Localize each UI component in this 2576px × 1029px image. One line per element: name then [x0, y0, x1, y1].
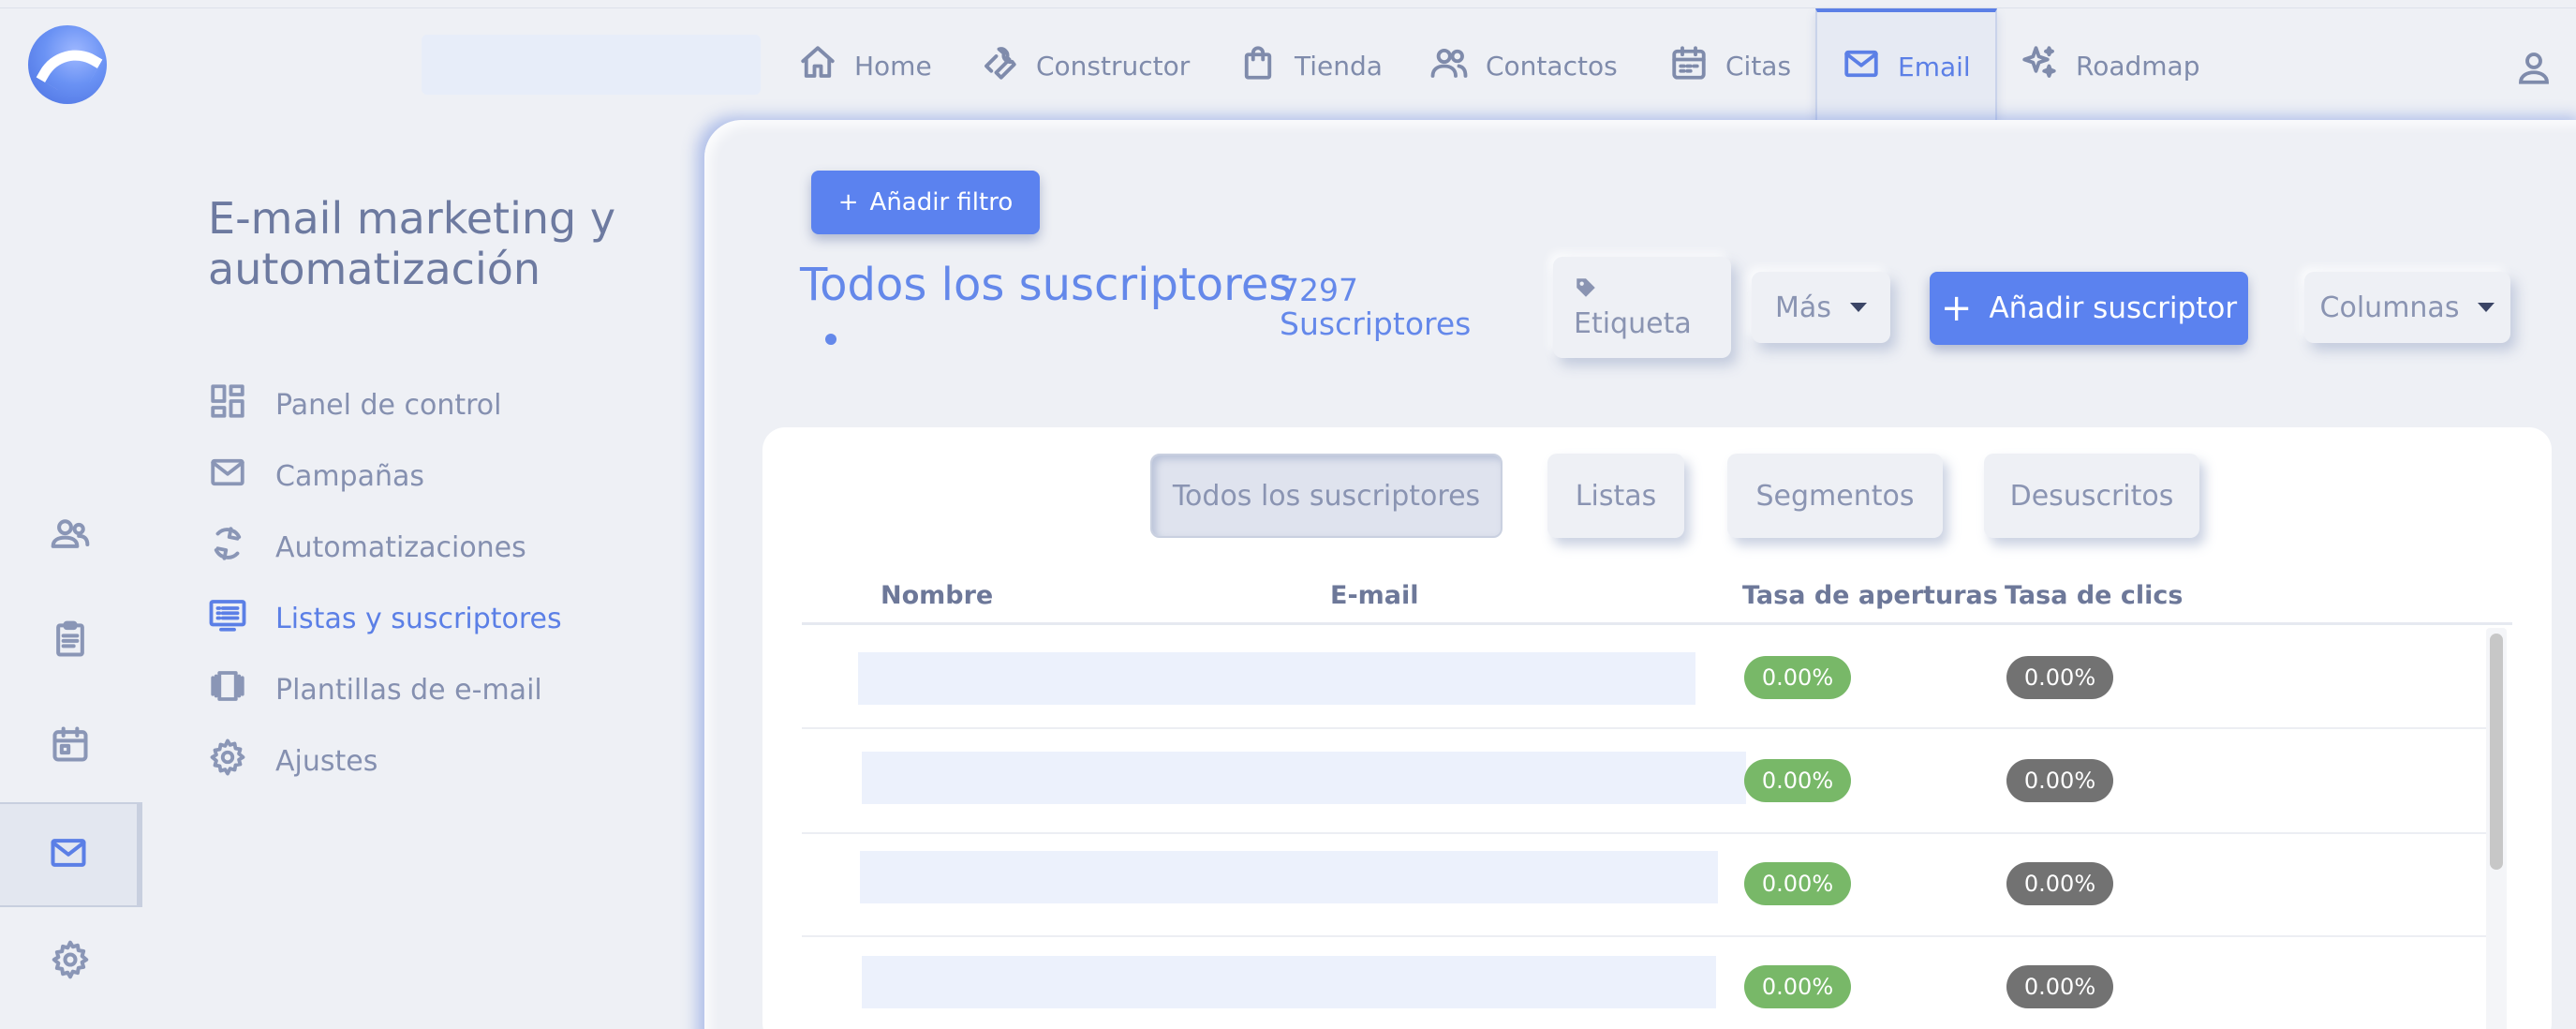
rail-contacts[interactable] — [0, 484, 141, 589]
users-icon — [50, 514, 91, 559]
column-header-email[interactable]: E-mail — [1330, 581, 1419, 610]
list-icon — [208, 595, 247, 642]
row-3-name-placeholder[interactable] — [860, 851, 1718, 903]
plus-icon: + — [837, 188, 859, 216]
gear-icon — [208, 738, 247, 784]
more-dropdown[interactable]: Más — [1752, 272, 1890, 343]
search-input[interactable] — [422, 35, 761, 95]
row-2-open-rate: 0.00% — [1744, 759, 1851, 802]
subscriber-count: 7297 Suscriptores — [1280, 272, 1472, 342]
row-2-name-placeholder[interactable] — [862, 752, 1746, 804]
row-4-name-placeholder[interactable] — [862, 956, 1716, 1008]
rail-settings[interactable] — [0, 909, 141, 1014]
mail-icon — [208, 453, 247, 500]
title-indicator-dot — [825, 334, 836, 345]
contacts-icon — [1429, 43, 1469, 89]
row-2-click-rate: 0.00% — [2006, 759, 2113, 802]
sidebar-item-campanas[interactable]: Campañas — [208, 450, 424, 502]
tag-icon — [1574, 275, 1598, 307]
template-icon — [208, 666, 247, 713]
row-divider — [802, 832, 2488, 834]
top-navigation-bar: Home Constructor Tienda Contactos Citas … — [0, 7, 2576, 123]
dashboard-icon — [208, 381, 247, 428]
table-scrollbar-thumb[interactable] — [2490, 634, 2503, 870]
column-header-click-rate[interactable]: Tasa de clics — [2005, 581, 2183, 610]
row-3-click-rate: 0.00% — [2006, 862, 2113, 905]
tab-segmentos[interactable]: Segmentos — [1727, 454, 1943, 538]
nav-item-constructor[interactable]: Constructor — [980, 8, 1190, 123]
nav-item-home[interactable]: Home — [798, 8, 932, 123]
row-divider — [802, 935, 2488, 937]
columns-dropdown[interactable]: Columnas — [2304, 272, 2510, 343]
tab-todos-los-suscriptores[interactable]: Todos los suscriptores — [1150, 454, 1503, 538]
nav-item-email[interactable]: Email — [1815, 8, 1997, 123]
page-title: Todos los suscriptores — [800, 259, 1293, 311]
row-1-name-placeholder[interactable] — [858, 652, 1695, 705]
shopping-bag-icon — [1238, 43, 1278, 89]
caret-down-icon — [1849, 303, 1867, 312]
calendar-icon — [50, 723, 91, 768]
row-4-click-rate: 0.00% — [2006, 965, 2113, 1008]
row-3-open-rate: 0.00% — [1744, 862, 1851, 905]
row-divider — [802, 727, 2488, 729]
home-icon — [798, 43, 837, 89]
sidebar-item-panel[interactable]: Panel de control — [208, 379, 502, 431]
calendar-icon — [1669, 43, 1709, 89]
column-header-nombre[interactable]: Nombre — [881, 581, 993, 610]
mail-icon — [1842, 44, 1881, 90]
sidebar-item-automatizaciones[interactable]: Automatizaciones — [208, 521, 526, 574]
nav-item-citas[interactable]: Citas — [1669, 8, 1791, 123]
sidebar-item-ajustes[interactable]: Ajustes — [208, 735, 378, 787]
row-1-click-rate: 0.00% — [2006, 656, 2113, 699]
nav-item-roadmap[interactable]: Roadmap — [2020, 8, 2199, 123]
sidebar-item-listas[interactable]: Listas y suscriptores — [208, 592, 562, 645]
rail-calendar[interactable] — [0, 693, 141, 798]
mail-icon — [48, 832, 89, 877]
gear-icon — [50, 939, 91, 984]
table-header-divider — [802, 622, 2512, 625]
user-profile-icon[interactable] — [2514, 48, 2554, 87]
sparkles-icon — [2020, 43, 2059, 89]
rail-tasks[interactable] — [0, 589, 141, 693]
tag-filter-button[interactable]: Etiqueta — [1553, 257, 1731, 358]
nav-item-tienda[interactable]: Tienda — [1238, 8, 1383, 123]
add-subscriber-button[interactable]: + Añadir suscriptor — [1930, 272, 2248, 345]
plus-icon: + — [1940, 287, 1973, 330]
sidebar-title: E-mail marketing y automatización — [208, 193, 616, 294]
nav-item-contactos[interactable]: Contactos — [1429, 8, 1618, 123]
row-4-open-rate: 0.00% — [1744, 965, 1851, 1008]
wrench-icon — [980, 43, 1019, 89]
row-1-open-rate: 0.00% — [1744, 656, 1851, 699]
column-header-open-rate[interactable]: Tasa de aperturas — [1742, 581, 1998, 610]
tab-listas[interactable]: Listas — [1547, 454, 1684, 538]
app-logo[interactable] — [28, 25, 107, 104]
refresh-icon — [208, 524, 247, 571]
caret-down-icon — [2478, 303, 2495, 312]
rail-email[interactable] — [0, 802, 142, 907]
add-filter-button[interactable]: + Añadir filtro — [811, 171, 1040, 234]
tab-desuscritos[interactable]: Desuscritos — [1984, 454, 2199, 538]
clipboard-icon — [50, 619, 91, 664]
sidebar-item-plantillas[interactable]: Plantillas de e-mail — [208, 664, 542, 716]
